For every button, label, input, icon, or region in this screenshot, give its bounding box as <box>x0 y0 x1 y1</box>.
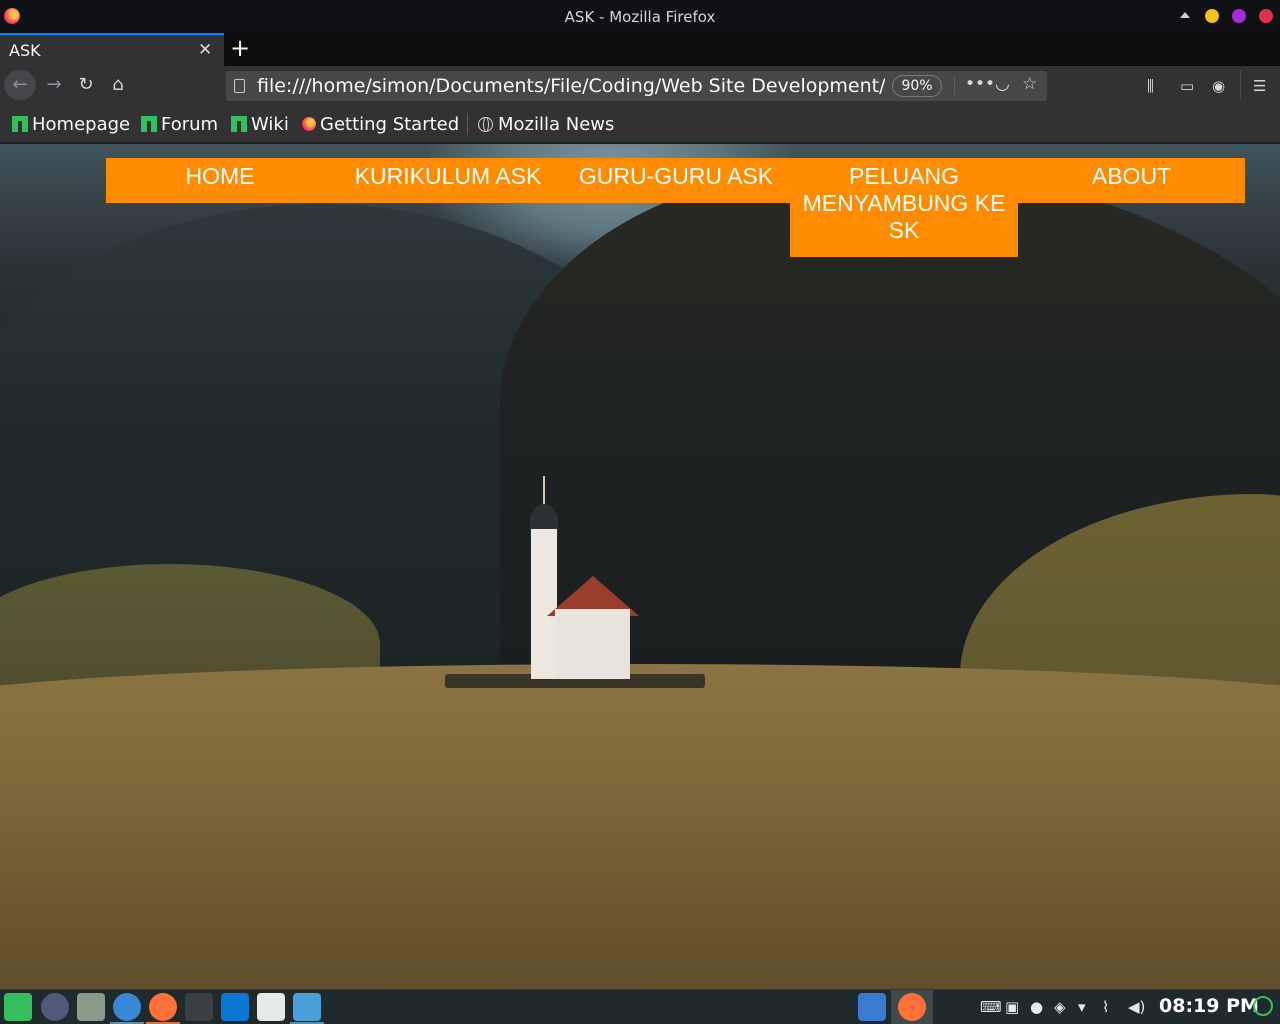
bookmark-homepage[interactable]: Homepage <box>12 114 130 135</box>
background-field <box>0 664 1280 989</box>
clock[interactable]: 08:19 PM <box>1159 995 1259 1017</box>
navigation-toolbar: ← → ↻ ⌂ file:///home/simon/Documents/Fil… <box>0 66 1280 105</box>
terminal-tray-icon[interactable]: ▣ <box>1005 998 1019 1016</box>
tab-strip: ASK ✕ + <box>0 33 1280 66</box>
home-button[interactable]: ⌂ <box>106 70 130 100</box>
tab-ask[interactable]: ASK ✕ <box>0 33 224 66</box>
url-separator <box>954 77 955 95</box>
nav-home[interactable]: HOME <box>106 163 334 190</box>
firefox-window-icon[interactable] <box>898 993 926 1021</box>
url-bar[interactable]: file:///home/simon/Documents/File/Coding… <box>226 71 1047 101</box>
page-info-icon[interactable] <box>234 79 245 93</box>
terminal-icon[interactable] <box>185 993 213 1021</box>
image-editor-icon[interactable] <box>293 993 321 1021</box>
nav-guru-guru-ask[interactable]: GURU-GURU ASK <box>562 163 790 190</box>
window-titlebar: ASK - Mozilla Firefox <box>0 0 1280 33</box>
nav-kurikulum-ask[interactable]: KURIKULUM ASK <box>334 163 562 190</box>
nav-peluang-menyambung-ke-sk[interactable]: PELUANG MENYAMBUNG KE SK <box>790 163 1018 244</box>
bookmark-label: Forum <box>161 114 219 135</box>
nav-about[interactable]: ABOUT <box>1018 163 1245 190</box>
bookmark-forum[interactable]: Forum <box>141 114 218 135</box>
bookmark-getting-started[interactable]: Getting Started <box>302 114 459 135</box>
manjaro-icon <box>12 116 28 132</box>
menu-icon[interactable]: ☰ <box>1253 77 1266 95</box>
url-text[interactable]: file:///home/simon/Documents/File/Coding… <box>257 75 885 97</box>
manjaro-icon <box>231 116 247 132</box>
keyboard-icon[interactable]: ⌨ <box>980 998 1002 1016</box>
dial-icon[interactable] <box>41 993 69 1021</box>
firefox-icon <box>302 117 316 131</box>
site-navigation: HOME KURIKULUM ASK GURU-GURU ASK PELUANG… <box>106 158 1245 257</box>
toolbar-separator <box>1240 70 1241 100</box>
shield-icon[interactable]: ◈ <box>1054 998 1066 1016</box>
bookmark-star-icon[interactable]: ☆ <box>1022 74 1037 94</box>
page-actions-icon[interactable]: ••• <box>965 74 995 94</box>
background-church <box>445 474 705 688</box>
forward-button[interactable]: → <box>42 70 66 100</box>
wifi-icon[interactable]: ▾ <box>1078 998 1086 1016</box>
nav-peluang-box: PELUANG MENYAMBUNG KE SK <box>790 158 1018 257</box>
pocket-icon[interactable]: ◡ <box>995 74 1010 94</box>
new-tab-button[interactable]: + <box>230 35 250 61</box>
zoom-indicator[interactable]: 90% <box>892 75 942 97</box>
text-editor-icon[interactable] <box>257 993 285 1021</box>
updates-icon[interactable]: ● <box>1030 998 1043 1016</box>
power-icon[interactable] <box>1253 996 1273 1016</box>
bookmark-label: Wiki <box>251 114 289 135</box>
volume-icon[interactable]: ◀) <box>1128 998 1145 1016</box>
vscode-icon[interactable] <box>221 993 249 1021</box>
window-title: ASK - Mozilla Firefox <box>564 8 716 26</box>
chromium-icon[interactable] <box>113 993 141 1021</box>
clipboard-icon[interactable]: ⌇ <box>1102 998 1109 1016</box>
manjaro-icon <box>141 116 157 132</box>
page-content: HOME KURIKULUM ASK GURU-GURU ASK PELUANG… <box>0 144 1280 989</box>
tab-label: ASK <box>9 41 41 60</box>
bookmark-label: Homepage <box>32 114 131 135</box>
taskbar: ⌨ ▣ ● ◈ ▾ ⌇ ◀) 08:19 PM <box>0 989 1280 1024</box>
minimize-button[interactable] <box>1205 9 1219 23</box>
bookmark-label: Mozilla News <box>498 114 615 135</box>
manjaro-menu-icon[interactable] <box>4 993 32 1021</box>
sidebar-icon[interactable]: ▭ <box>1180 77 1194 95</box>
reload-button[interactable]: ↻ <box>74 70 98 100</box>
files-icon[interactable] <box>77 993 105 1021</box>
maximize-button[interactable] <box>1232 9 1246 23</box>
bookmark-wiki[interactable]: Wiki <box>231 114 289 135</box>
back-button[interactable]: ← <box>4 70 36 100</box>
keep-above-icon[interactable] <box>1180 12 1190 18</box>
firefox-icon[interactable] <box>149 993 177 1021</box>
account-icon[interactable]: ◉ <box>1212 77 1225 95</box>
bookmarks-toolbar: Homepage Forum Wiki Getting Started Mozi… <box>0 105 1280 143</box>
close-tab-icon[interactable]: ✕ <box>198 40 212 60</box>
globe-icon <box>478 117 493 132</box>
close-window-button[interactable] <box>1259 9 1273 23</box>
bookmark-label: Getting Started <box>320 114 460 135</box>
bookmarks-separator <box>467 113 468 135</box>
library-icon[interactable]: ⫼ <box>1147 77 1154 95</box>
show-desktop-icon[interactable] <box>858 993 886 1021</box>
bookmark-mozilla-news[interactable]: Mozilla News <box>478 114 614 135</box>
